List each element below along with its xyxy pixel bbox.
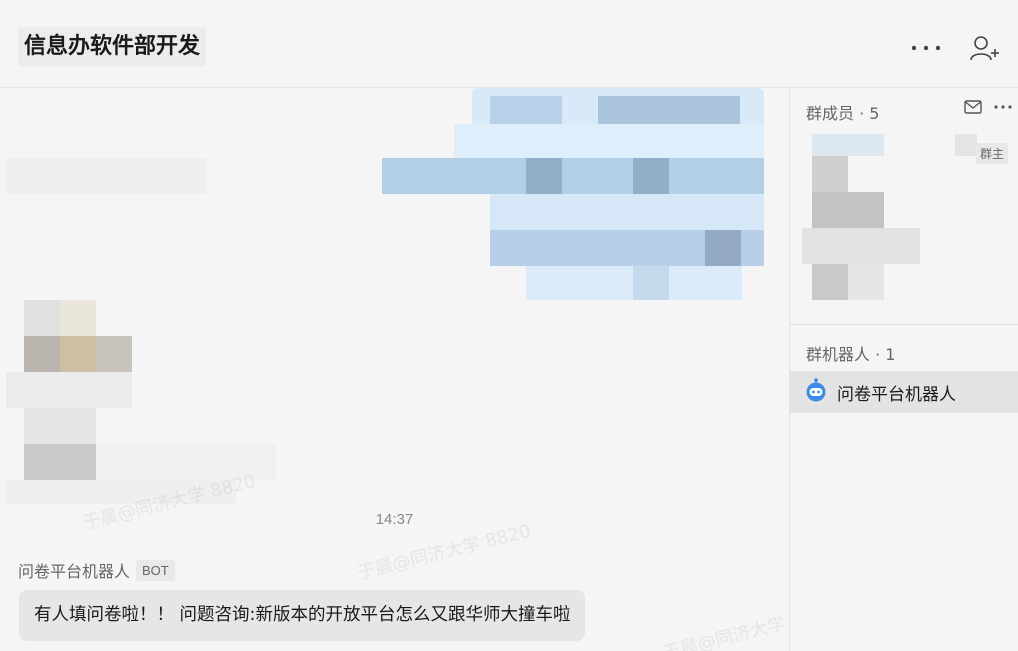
members-title: 群成员 · 5 xyxy=(806,104,880,123)
message-bubble[interactable]: 有人填问卷啦！！ 问题咨询:新版本的开放平台怎么又跟华师大撞车啦 xyxy=(19,590,586,641)
chat-header: 信息办软件部开发 xyxy=(0,0,1018,88)
robot-list-item[interactable]: 问卷平台机器人 xyxy=(790,371,1018,413)
watermark: 于晨@同济大学 8820 xyxy=(660,601,789,651)
robot-name: 问卷平台机器人 xyxy=(837,384,956,405)
robots-title: 群机器人 · 1 xyxy=(806,345,896,364)
mail-icon[interactable] xyxy=(962,96,984,118)
robot-icon xyxy=(805,377,827,407)
message-sender: 问卷平台机器人 BOT xyxy=(18,558,175,582)
add-user-icon[interactable] xyxy=(967,30,1003,66)
divider xyxy=(790,324,1018,325)
sender-name[interactable]: 问卷平台机器人 xyxy=(18,558,130,582)
chat-area[interactable]: 于晨@同济大学 8820 于晨@同济大学 8820 于晨@同济大学 8820 1… xyxy=(0,88,789,651)
group-sidebar: 群成员 · 5 群主 群机器人 · 1 问卷平台机器人 xyxy=(789,88,1018,651)
owner-badge: 群主 xyxy=(976,143,1009,164)
chat-title: 信息办软件部开发 xyxy=(18,27,207,67)
more-horizontal-icon[interactable] xyxy=(908,30,944,66)
more-horizontal-icon[interactable] xyxy=(992,96,1014,118)
message-timestamp: 14:37 xyxy=(375,511,414,528)
bot-badge: BOT xyxy=(136,559,175,581)
